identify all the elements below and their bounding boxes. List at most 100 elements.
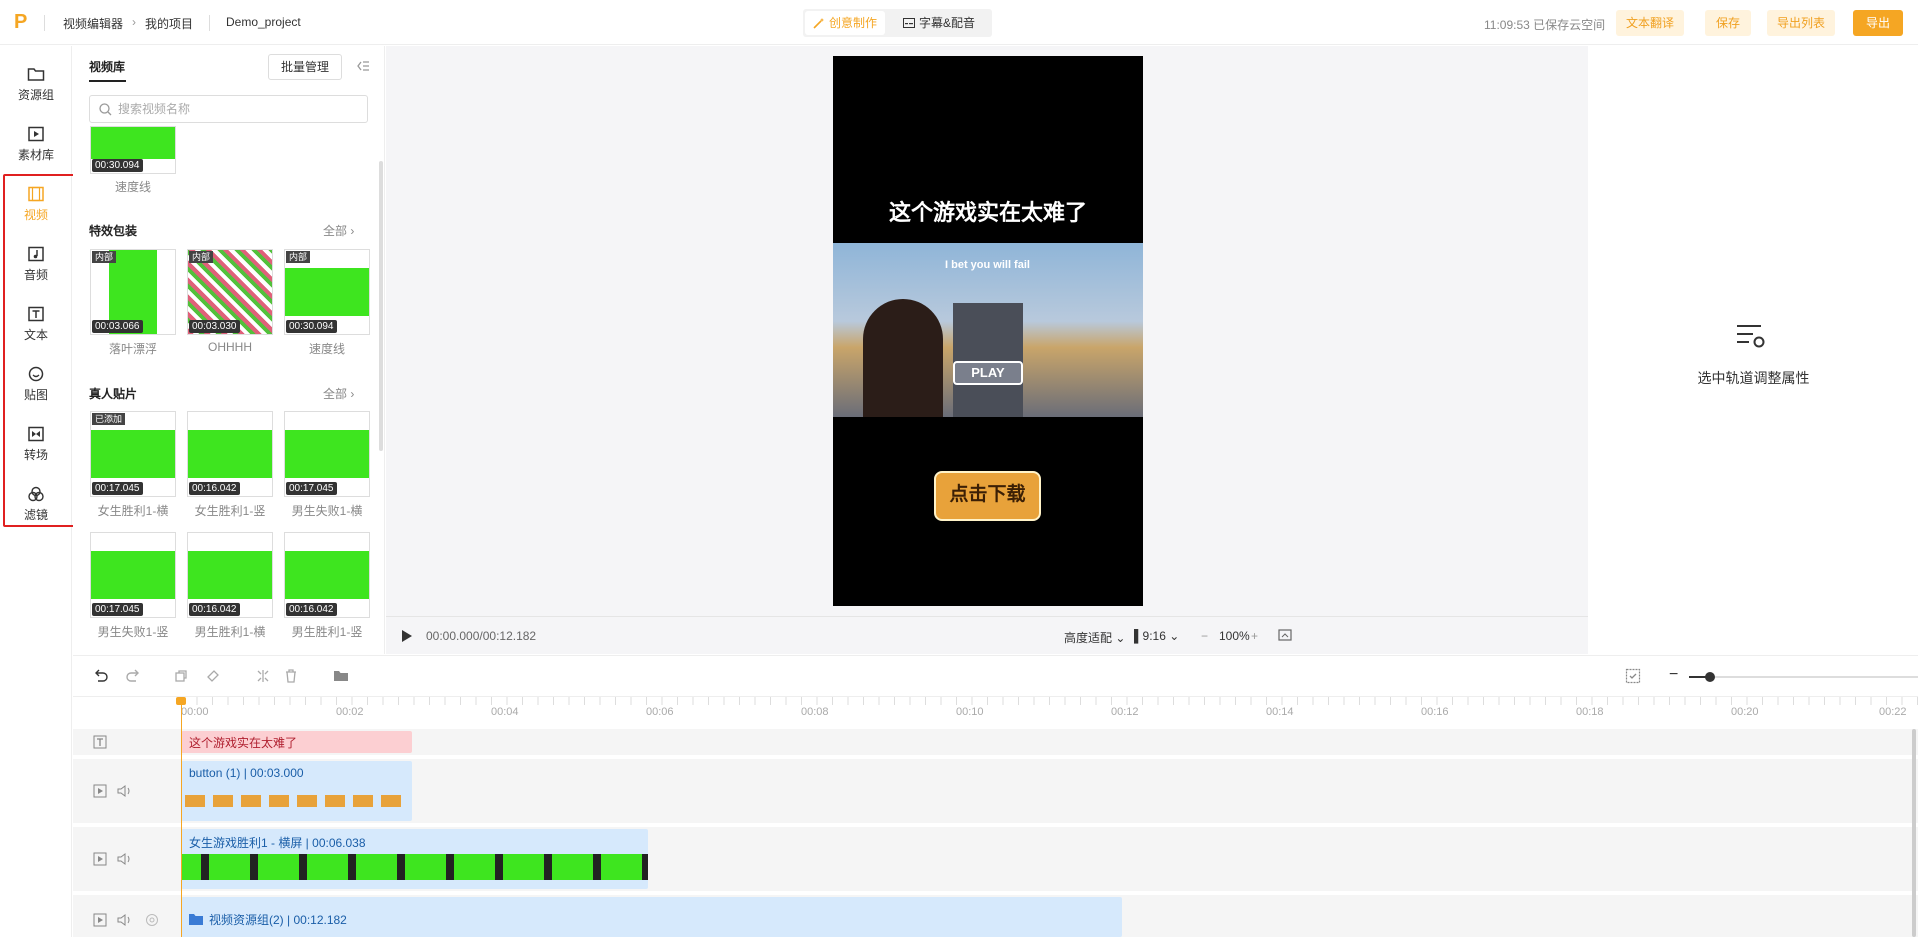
ruler-tick: 00:00 [181, 706, 209, 718]
nav-resource-group[interactable]: 资源组 [0, 56, 72, 114]
tab-subtitles-label: 字幕&配音 [919, 16, 976, 30]
volume-icon[interactable] [117, 852, 133, 866]
tab-video-library[interactable]: 视频库 [89, 58, 125, 75]
people-name: 男生失败1-横 [291, 504, 363, 518]
tab-subtitles[interactable]: 字幕&配音 [895, 11, 983, 35]
clip-duration: 00:17.045 [92, 603, 143, 616]
folder-icon[interactable] [333, 668, 349, 684]
search-input[interactable]: 搜索视频名称 [89, 95, 368, 123]
nav-material-library[interactable]: 素材库 [0, 116, 72, 174]
clip-duration: 00:16.042 [286, 603, 337, 616]
clip-duration: 00:16.042 [189, 482, 240, 495]
preview-stage: 这个游戏实在太难了 I bet you will fail PLAY 点击下载 … [386, 46, 1588, 654]
ruler-tick: 00:10 [956, 706, 984, 718]
timeline-zoom-slider[interactable] [1689, 676, 1918, 678]
tab-creative[interactable]: 创意制作 [805, 11, 886, 35]
fit-select[interactable]: 高度适配 ⌄ [1064, 629, 1125, 646]
people-thumbnail[interactable]: 已添加 00:17.045 [90, 411, 176, 497]
video-clip-frames [181, 854, 648, 880]
ruler-tick: 00:06 [646, 706, 674, 718]
effect-name: 速度线 [308, 342, 345, 356]
panel-scrollbar[interactable] [379, 161, 383, 451]
timeline-zoom-out-button[interactable]: − [1669, 666, 1678, 684]
search-placeholder: 搜索视频名称 [118, 102, 191, 116]
group-clip[interactable]: 视频资源组(2) | 00:12.182 [181, 897, 1122, 937]
people-thumbnail[interactable]: 00:16.042 [187, 532, 273, 618]
clip-duration: 00:16.042 [189, 603, 240, 616]
effect-thumbnail[interactable]: 内部 00:03.030 [187, 249, 273, 335]
clip-tag: 内部 [92, 251, 117, 263]
volume-icon[interactable] [117, 913, 133, 927]
zoom-in-button[interactable]: + [1251, 629, 1258, 643]
text-track-icon [93, 735, 107, 749]
snap-icon[interactable] [1625, 668, 1641, 684]
volume-icon[interactable] [117, 784, 133, 798]
tab-underline [89, 80, 126, 82]
copy-icon[interactable] [173, 668, 189, 684]
search-icon [99, 103, 112, 116]
play-icon[interactable] [400, 629, 414, 643]
app-logo-icon[interactable]: P [14, 12, 32, 32]
save-button[interactable]: 保存 [1705, 10, 1751, 36]
delete-icon[interactable] [283, 668, 299, 684]
export-button[interactable]: 导出 [1853, 10, 1903, 36]
zoom-out-button[interactable]: − [1201, 629, 1208, 643]
preview-canvas[interactable]: 这个游戏实在太难了 I bet you will fail PLAY 点击下载 [833, 56, 1143, 606]
people-thumbnail[interactable]: 00:17.045 [284, 411, 370, 497]
timeline-zoom-handle[interactable] [1705, 672, 1715, 682]
clip-tag: 已添加 [92, 413, 126, 425]
effects-all-link[interactable]: 全部 › [323, 222, 354, 239]
ratio-select[interactable]: ▌9:16 ⌄ [1134, 629, 1179, 643]
tab-creative-label: 创意制作 [829, 16, 878, 30]
redo-icon[interactable] [125, 668, 141, 684]
download-cta: 点击下载 [934, 471, 1041, 521]
text-clip-label: 这个游戏实在太难了 [189, 736, 298, 750]
timeline-ruler[interactable]: 00:00 00:02 00:04 00:06 00:08 00:10 00:1… [73, 697, 1918, 729]
divider [44, 15, 45, 31]
play-square-icon [28, 126, 44, 142]
undo-icon[interactable] [93, 668, 109, 684]
effect-thumbnail[interactable]: 内部 00:03.066 [90, 249, 176, 335]
mode-switch: 创意制作 字幕&配音 [803, 9, 992, 37]
tracks-scrollbar[interactable] [1912, 729, 1916, 937]
people-name: 女生胜利1-竖 [194, 504, 266, 518]
people-thumbnail[interactable]: 00:16.042 [284, 532, 370, 618]
properties-panel: 选中轨道调整属性 [1589, 46, 1918, 654]
ruler-tick: 00:20 [1731, 706, 1759, 718]
people-all-link[interactable]: 全部 › [323, 385, 354, 402]
people-thumbnail[interactable]: 00:17.045 [90, 532, 176, 618]
translate-button[interactable]: 文本翻译 [1616, 10, 1684, 36]
video-track-icon [93, 913, 107, 927]
breadcrumb-projects[interactable]: 我的项目 [145, 15, 193, 32]
video-track-icon [93, 852, 107, 866]
nav-label: 资源组 [17, 88, 54, 102]
people-thumbnail[interactable]: 00:16.042 [187, 411, 273, 497]
clip-thumbnail[interactable]: 00:30.094 [90, 126, 176, 174]
button-clip[interactable]: button (1) | 00:03.000 [181, 761, 412, 821]
save-status: 11:09:53 已保存云空间 [1484, 18, 1606, 32]
target-icon[interactable] [145, 913, 159, 927]
clip-duration: 00:30.094 [92, 159, 143, 172]
road [953, 303, 1023, 417]
section-title-people: 真人贴片 [89, 387, 138, 401]
clip-tag: 内部 [189, 251, 214, 263]
video-clip[interactable]: 女生游戏胜利1 - 横屏 | 00:06.038 [181, 829, 648, 889]
magic-wand-icon [813, 18, 824, 29]
export-list-button[interactable]: 导出列表 [1767, 10, 1835, 36]
breadcrumb-editor[interactable]: 视频编辑器 [63, 15, 123, 32]
clip-duration: 00:30.094 [286, 320, 337, 333]
video-clip-label: 女生游戏胜利1 - 横屏 | 00:06.038 [189, 836, 366, 850]
fullscreen-icon[interactable] [1278, 628, 1292, 642]
timeline-toolbar: − + [73, 655, 1918, 697]
ruler-tick: 00:14 [1266, 706, 1294, 718]
paint-icon[interactable] [205, 668, 221, 684]
settings-list-icon [1737, 325, 1765, 348]
bulk-manage-button[interactable]: 批量管理 [268, 54, 342, 80]
breadcrumb-separator: › [132, 15, 136, 29]
project-name: Demo_project [226, 15, 301, 29]
text-clip[interactable]: 这个游戏实在太难了 [181, 731, 412, 753]
effect-thumbnail[interactable]: 内部 00:30.094 [284, 249, 370, 335]
split-icon[interactable] [255, 668, 271, 684]
collapse-panel-icon[interactable] [355, 58, 371, 74]
ruler-minor-ticks [181, 697, 1918, 705]
